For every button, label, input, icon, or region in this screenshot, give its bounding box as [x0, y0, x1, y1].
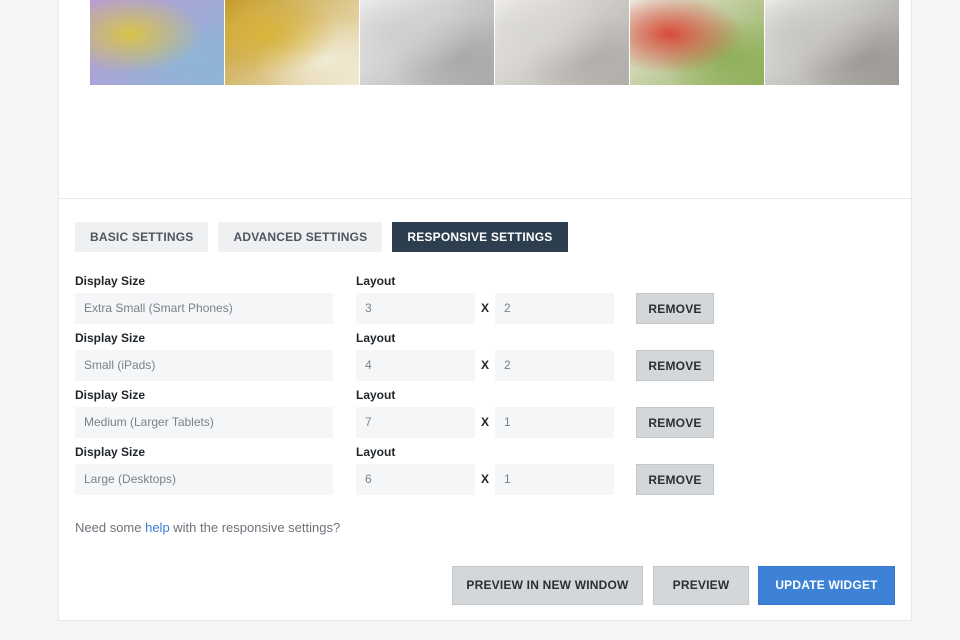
layout-rows-field[interactable]	[495, 350, 614, 381]
sketch-thumbnail	[360, 0, 494, 85]
update-widget-button[interactable]: UPDATE WIDGET	[758, 566, 895, 605]
responsive-rows: Display Size Layout X REMOVE Display Siz…	[75, 274, 735, 502]
preview-new-window-button[interactable]: PREVIEW IN NEW WINDOW	[452, 566, 643, 605]
display-size-label: Display Size	[75, 274, 146, 288]
help-text: Need some help with the responsive setti…	[75, 520, 340, 535]
display-size-field[interactable]	[75, 293, 333, 324]
sketch-thumbnail	[495, 0, 629, 85]
layout-label: Layout	[356, 388, 396, 402]
layout-columns-field[interactable]	[356, 464, 475, 495]
help-text-prefix: Need some	[75, 520, 146, 535]
preview-button[interactable]: PREVIEW	[653, 566, 749, 605]
tab-basic-settings[interactable]: BASIC SETTINGS	[75, 222, 209, 252]
layout-label: Layout	[356, 445, 396, 459]
layout-x-separator: X	[481, 415, 490, 429]
section-divider	[59, 198, 911, 199]
layout-columns-field[interactable]	[356, 407, 475, 438]
responsive-row: Display Size Layout X REMOVE	[75, 331, 735, 388]
layout-label: Layout	[356, 331, 396, 345]
display-size-label: Display Size	[75, 388, 146, 402]
layout-label: Layout	[356, 274, 396, 288]
layout-rows-field[interactable]	[495, 464, 614, 495]
layout-rows-field[interactable]	[495, 407, 614, 438]
sketch-thumbnail	[765, 0, 899, 85]
display-size-field[interactable]	[75, 464, 333, 495]
layout-columns-field[interactable]	[356, 293, 475, 324]
settings-tabs: BASIC SETTINGS ADVANCED SETTINGS RESPONS…	[75, 222, 568, 252]
help-link[interactable]: help	[145, 520, 170, 535]
sketch-thumbnail	[630, 0, 764, 85]
responsive-row: Display Size Layout X REMOVE	[75, 445, 735, 502]
sketch-thumbnail	[90, 0, 224, 85]
display-size-label: Display Size	[75, 445, 146, 459]
remove-button[interactable]: REMOVE	[636, 464, 714, 495]
display-size-field[interactable]	[75, 407, 333, 438]
layout-rows-field[interactable]	[495, 293, 614, 324]
display-size-field[interactable]	[75, 350, 333, 381]
image-gallery-preview	[90, 0, 899, 85]
layout-x-separator: X	[481, 301, 490, 315]
responsive-row: Display Size Layout X REMOVE	[75, 388, 735, 445]
tab-advanced-settings[interactable]: ADVANCED SETTINGS	[218, 222, 383, 252]
responsive-row: Display Size Layout X REMOVE	[75, 274, 735, 331]
remove-button[interactable]: REMOVE	[636, 407, 714, 438]
remove-button[interactable]: REMOVE	[636, 293, 714, 324]
help-text-suffix: with the responsive settings?	[169, 520, 341, 535]
layout-x-separator: X	[481, 472, 490, 486]
sketch-thumbnail	[225, 0, 359, 85]
display-size-label: Display Size	[75, 331, 146, 345]
tab-responsive-settings[interactable]: RESPONSIVE SETTINGS	[392, 222, 568, 252]
layout-columns-field[interactable]	[356, 350, 475, 381]
layout-x-separator: X	[481, 358, 490, 372]
remove-button[interactable]: REMOVE	[636, 350, 714, 381]
